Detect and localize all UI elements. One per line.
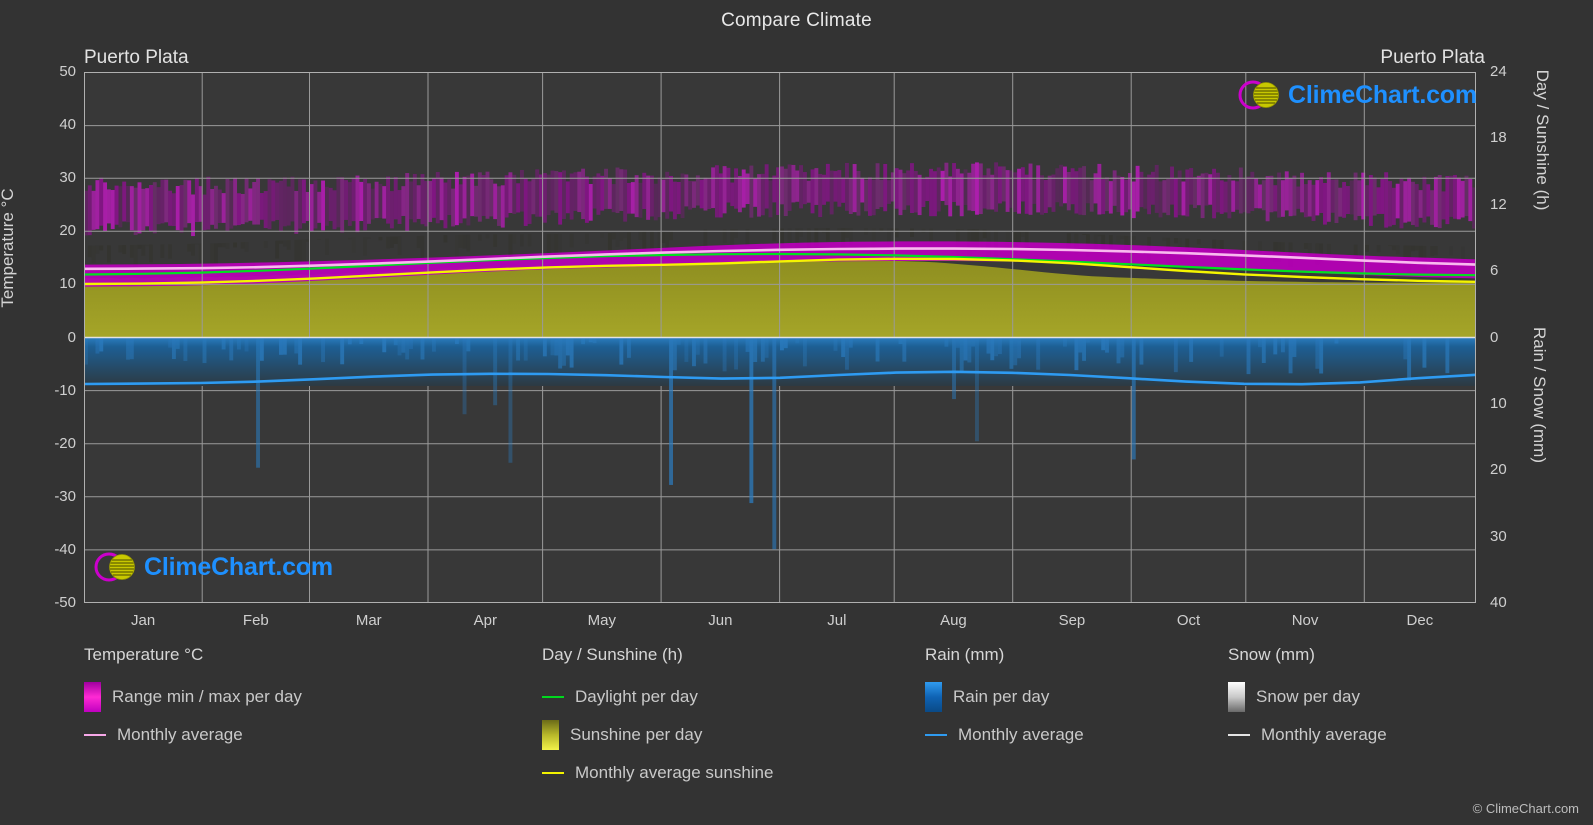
y-axis-left-title: Temperature °C xyxy=(0,188,17,308)
y-tick-right-rain: 20 xyxy=(1490,461,1507,479)
y-tick-left: -20 xyxy=(54,434,76,452)
climate-chart-plot[interactable] xyxy=(84,72,1476,603)
x-tick-jan: Jan xyxy=(131,612,156,629)
x-tick-aug: Aug xyxy=(940,612,967,629)
legend-label-snow-average: Monthly average xyxy=(1261,725,1387,744)
y-tick-right-day: 12 xyxy=(1490,195,1507,213)
y-tick-right-day: 0 xyxy=(1490,328,1499,346)
left-location-title: Puerto Plata xyxy=(84,47,189,68)
y-tick-right-rain: 10 xyxy=(1490,394,1507,412)
chart-canvas xyxy=(84,72,1476,603)
x-tick-oct: Oct xyxy=(1176,612,1201,629)
sunshine-swatch-icon xyxy=(542,720,559,750)
legend-item-sunshine-average[interactable]: Monthly average sunshine xyxy=(542,754,922,792)
y-tick-left: 30 xyxy=(59,169,76,187)
x-tick-feb: Feb xyxy=(242,612,269,629)
rain-swatch-icon xyxy=(925,682,942,712)
legend-item-snow-average[interactable]: Monthly average xyxy=(1228,716,1528,754)
y-tick-left: -30 xyxy=(54,487,76,505)
sunshine-average-line-icon xyxy=(542,772,564,774)
x-tick-jul: Jul xyxy=(827,612,847,629)
x-tick-nov: Nov xyxy=(1291,612,1319,629)
legend-item-daylight[interactable]: Daylight per day xyxy=(542,678,922,716)
y-tick-left: -10 xyxy=(54,381,76,399)
temp-average-line-icon xyxy=(84,734,106,736)
y-tick-left: -40 xyxy=(54,540,76,558)
legend-heading-snow: Snow (mm) xyxy=(1228,645,1315,664)
x-tick-sep: Sep xyxy=(1058,612,1086,629)
chart-legend: Temperature °C Range min / max per day M… xyxy=(0,645,1593,815)
legend-item-snow[interactable]: Snow per day xyxy=(1228,678,1528,716)
legend-group-rain: Rain (mm) Rain per day Monthly average xyxy=(925,645,1225,754)
temp-range-swatch-icon xyxy=(84,682,101,712)
legend-label-sunshine: Sunshine per day xyxy=(570,725,703,744)
snow-swatch-icon xyxy=(1228,682,1245,712)
x-tick-may: May xyxy=(587,612,617,629)
daylight-line-icon xyxy=(542,696,564,698)
legend-item-rain-average[interactable]: Monthly average xyxy=(925,716,1225,754)
legend-group-temperature: Temperature °C Range min / max per day M… xyxy=(84,645,524,754)
legend-label-temp-range: Range min / max per day xyxy=(112,687,302,706)
legend-item-sunshine[interactable]: Sunshine per day xyxy=(542,716,922,754)
legend-heading-rain: Rain (mm) xyxy=(925,645,1005,664)
legend-label-snow: Snow per day xyxy=(1256,687,1360,706)
page-title: Compare Climate xyxy=(721,10,872,31)
y-tick-left: 10 xyxy=(59,275,76,293)
legend-label-temp-average: Monthly average xyxy=(117,725,243,744)
y-axis-right-day-title: Day / Sunshine (h) xyxy=(1533,69,1552,211)
legend-item-temp-average[interactable]: Monthly average xyxy=(84,716,524,754)
legend-group-day-sunshine: Day / Sunshine (h) Daylight per day Suns… xyxy=(542,645,922,792)
legend-label-daylight: Daylight per day xyxy=(575,687,698,706)
y-tick-left: 0 xyxy=(67,328,76,346)
legend-group-snow: Snow (mm) Snow per day Monthly average xyxy=(1228,645,1528,754)
copyright-notice: © ClimeChart.com xyxy=(1472,801,1579,816)
snow-average-line-icon xyxy=(1228,734,1250,736)
y-tick-right-day: 18 xyxy=(1490,129,1507,147)
y-tick-right-rain: 40 xyxy=(1490,594,1507,611)
y-tick-right-day: 6 xyxy=(1490,262,1499,280)
x-tick-apr: Apr xyxy=(473,612,497,629)
x-tick-mar: Mar xyxy=(355,612,382,629)
y-tick-left: 50 xyxy=(59,63,76,80)
legend-item-temp-range[interactable]: Range min / max per day xyxy=(84,678,524,716)
legend-label-rain-average: Monthly average xyxy=(958,725,1084,744)
y-tick-left: 40 xyxy=(59,116,76,134)
x-tick-dec: Dec xyxy=(1406,612,1434,629)
y-tick-right-day: 24 xyxy=(1490,63,1507,80)
y-tick-left: 20 xyxy=(59,222,76,240)
legend-label-rain: Rain per day xyxy=(953,687,1050,706)
legend-label-sunshine-average: Monthly average sunshine xyxy=(575,763,774,782)
rain-average-line-icon xyxy=(925,734,947,736)
y-tick-right-rain: 30 xyxy=(1490,527,1507,545)
right-location-title: Puerto Plata xyxy=(1380,47,1485,68)
legend-heading-day-sunshine: Day / Sunshine (h) xyxy=(542,645,683,664)
legend-item-rain[interactable]: Rain per day xyxy=(925,678,1225,716)
x-tick-jun: Jun xyxy=(708,612,733,629)
legend-heading-temperature: Temperature °C xyxy=(84,645,204,664)
y-tick-left: -50 xyxy=(54,594,76,611)
y-axis-right-rain-title: Rain / Snow (mm) xyxy=(1530,326,1549,464)
